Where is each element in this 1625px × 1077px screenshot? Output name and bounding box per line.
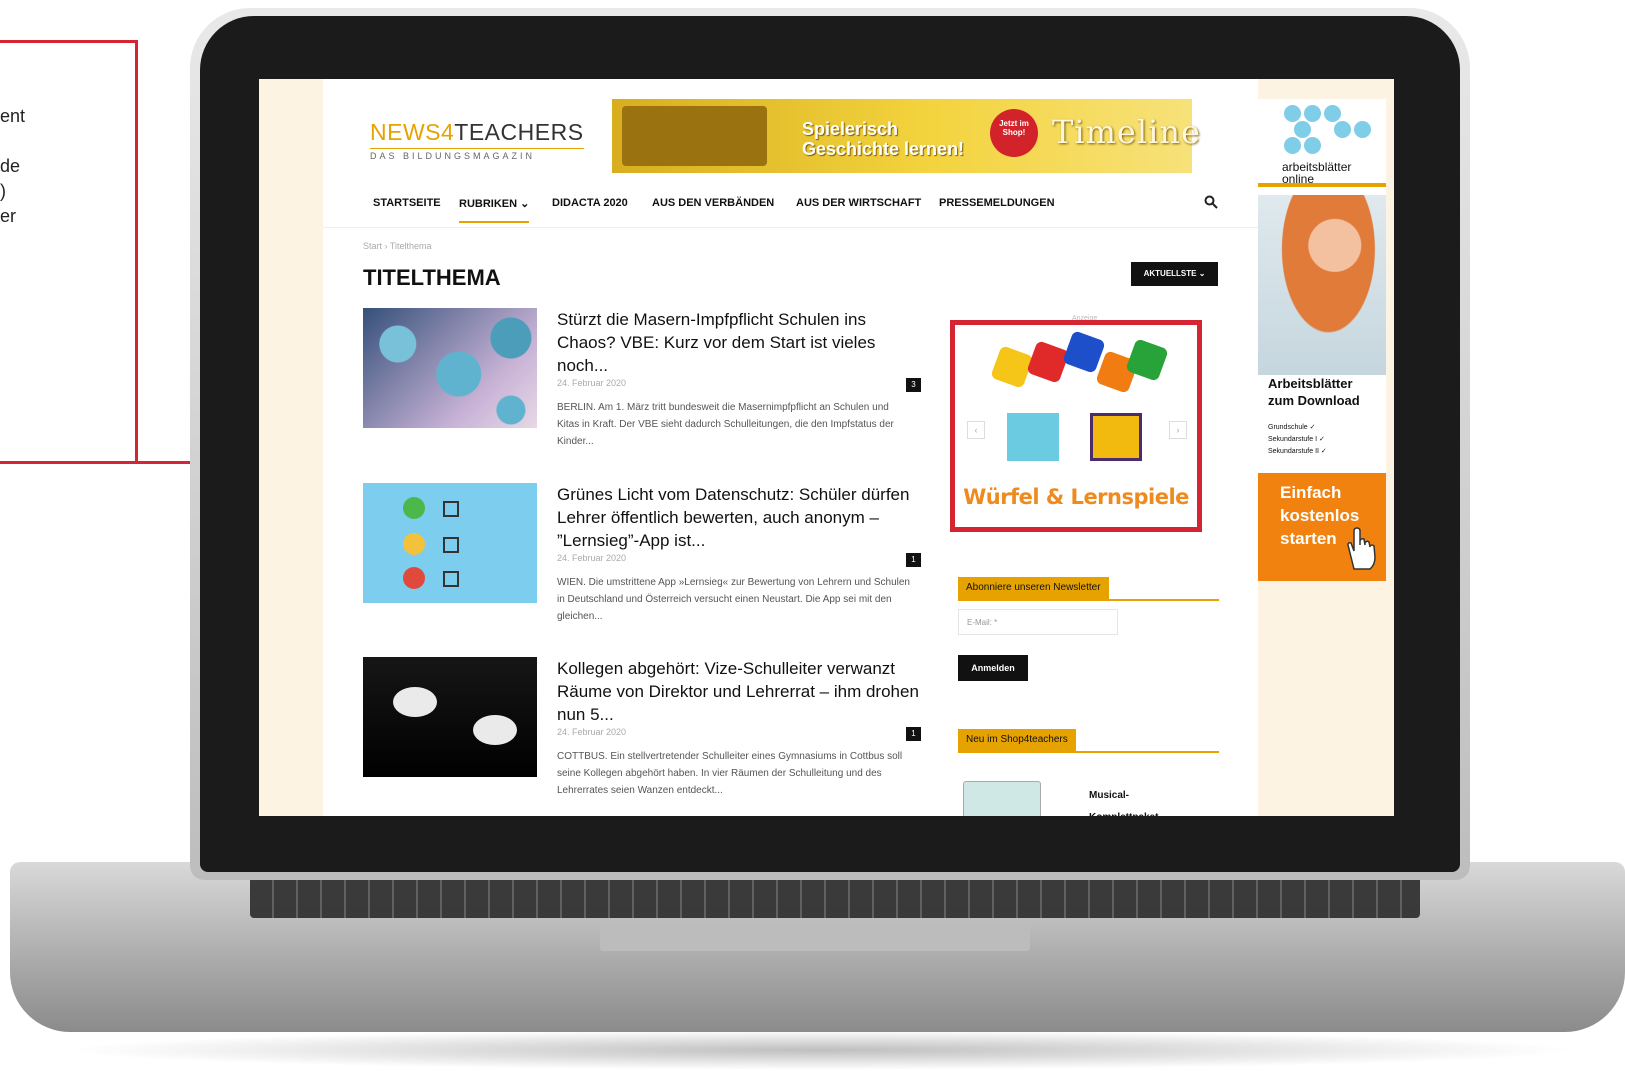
laptop-trackpad xyxy=(600,925,1030,951)
sky-cta-button[interactable]: Einfach kostenlos starten xyxy=(1258,473,1386,581)
article-title[interactable]: Grünes Licht vom Datenschutz: Schüler dü… xyxy=(557,483,923,552)
ad-caption: Würfel & Lernspiele xyxy=(963,485,1189,509)
sad-face-icon xyxy=(403,567,425,589)
nav-rubriken[interactable]: RUBRIKEN ⌄ xyxy=(459,197,530,223)
nav-wirtschaft[interactable]: AUS DER WIRTSCHAFT xyxy=(796,197,921,209)
comment-count-badge[interactable]: 1 xyxy=(906,553,921,567)
sky-heading: Arbeitsblätter zum Download xyxy=(1268,376,1360,408)
skyscraper-ad[interactable]: arbeitsblätter online Arbeitsblätter zum D… xyxy=(1258,99,1386,581)
checkbox-icon xyxy=(443,537,459,553)
game-box-image xyxy=(1090,413,1142,461)
article-thumbnail[interactable] xyxy=(363,657,537,777)
article-item[interactable]: Stürzt die Masern-Impfpflicht Schulen in… xyxy=(363,308,923,448)
article-date: 24. Februar 2020 xyxy=(557,378,627,388)
blue-dice-icon xyxy=(1062,330,1106,374)
comment-count-badge[interactable]: 1 xyxy=(906,727,921,741)
banner-ad-timeline[interactable]: Spielerisch Geschichte lernen! Jetzt im S… xyxy=(612,99,1200,173)
subscribe-button[interactable]: Anmelden xyxy=(958,655,1028,681)
nav-verbaende[interactable]: AUS DEN VERBÄNDEN xyxy=(652,197,774,209)
game-box-image xyxy=(622,106,767,166)
banner-headline: Spielerisch Geschichte lernen! xyxy=(802,119,965,159)
comment-count-badge[interactable]: 3 xyxy=(906,378,921,392)
red-dice-icon xyxy=(1026,340,1070,384)
neutral-face-icon xyxy=(403,533,425,555)
page-title: TITELTHEMA xyxy=(363,265,501,290)
shop-widget-title: Neu im Shop4teachers xyxy=(958,729,1219,753)
carousel-next-arrow[interactable]: › xyxy=(1169,421,1187,439)
nav-pressemeldungen[interactable]: PRESSEMELDUNGEN xyxy=(939,197,1055,209)
newsletter-widget-title: Abonniere unseren Newsletter xyxy=(958,577,1219,601)
website-content: NEWS4TEACHERS DAS BILDUNGSMAGAZIN Spiele… xyxy=(323,79,1258,816)
game-box-image xyxy=(1007,413,1059,461)
sky-checklist: Grundschule ✓ Sekundarstufe I ✓ Sekundar… xyxy=(1268,424,1327,455)
article-excerpt: WIEN. Die umstrittene App »Lernsieg« zur… xyxy=(557,577,910,622)
shop-product-title[interactable]: Musical-Komplettpaket Die xyxy=(1089,785,1169,816)
article-date: 24. Februar 2020 xyxy=(557,553,627,563)
happy-face-icon xyxy=(403,497,425,519)
carousel-prev-arrow[interactable]: ‹ xyxy=(967,421,985,439)
article-thumbnail[interactable] xyxy=(363,483,537,603)
site-tagline: DAS BILDUNGSMAGAZIN xyxy=(370,148,584,161)
earphone-icon xyxy=(393,687,437,717)
article-item[interactable]: Kollegen abgehört: Vize-Schulleiter verw… xyxy=(363,657,923,797)
divider xyxy=(1258,183,1386,187)
search-icon[interactable] xyxy=(1204,195,1218,213)
main-nav: STARTSEITE RUBRIKEN ⌄ DIDACTA 2020 AUS D… xyxy=(323,183,1258,228)
site-logo[interactable]: NEWS4TEACHERS DAS BILDUNGSMAGAZIN xyxy=(370,119,584,161)
breadcrumb[interactable]: Start › Titelthema xyxy=(363,241,432,251)
laptop-shadow xyxy=(60,1030,1580,1070)
earphone-icon xyxy=(473,715,517,745)
article-excerpt: COTTBUS. Ein stellvertretender Schulleit… xyxy=(557,751,903,796)
article-date: 24. Februar 2020 xyxy=(557,727,627,737)
hand-cursor-icon xyxy=(1347,527,1376,570)
laptop-screen: NEWS4TEACHERS DAS BILDUNGSMAGAZIN Spiele… xyxy=(259,79,1394,816)
banner-brand: Timeline xyxy=(1052,113,1201,151)
callout-text: ent de ) er xyxy=(0,106,26,226)
sort-dropdown[interactable]: AKTUELLSTE ⌄ xyxy=(1131,262,1218,286)
brand-logo-icon xyxy=(1284,105,1371,155)
sidebar-ad-wuerfel[interactable]: ‹ › Würfel & Lernspiele xyxy=(950,320,1202,532)
article-title[interactable]: Stürzt die Masern-Impfpflicht Schulen in… xyxy=(557,308,923,377)
checkbox-icon xyxy=(443,571,459,587)
article-thumbnail[interactable] xyxy=(363,308,537,428)
article-excerpt: BERLIN. Am 1. März tritt bundesweit die … xyxy=(557,402,894,447)
shop-bubble: Jetzt im Shop! xyxy=(990,109,1038,157)
nav-startseite[interactable]: STARTSEITE xyxy=(373,197,441,209)
article-title[interactable]: Kollegen abgehört: Vize-Schulleiter verw… xyxy=(557,657,923,726)
sky-brand: arbeitsblätter online xyxy=(1282,160,1352,186)
shop-product-image[interactable] xyxy=(963,781,1041,816)
nav-didacta[interactable]: DIDACTA 2020 xyxy=(552,197,628,209)
woman-photo xyxy=(1258,195,1386,375)
checkbox-icon xyxy=(443,501,459,517)
email-field[interactable]: E-Mail: * xyxy=(958,609,1118,635)
article-item[interactable]: Grünes Licht vom Datenschutz: Schüler dü… xyxy=(363,483,923,623)
